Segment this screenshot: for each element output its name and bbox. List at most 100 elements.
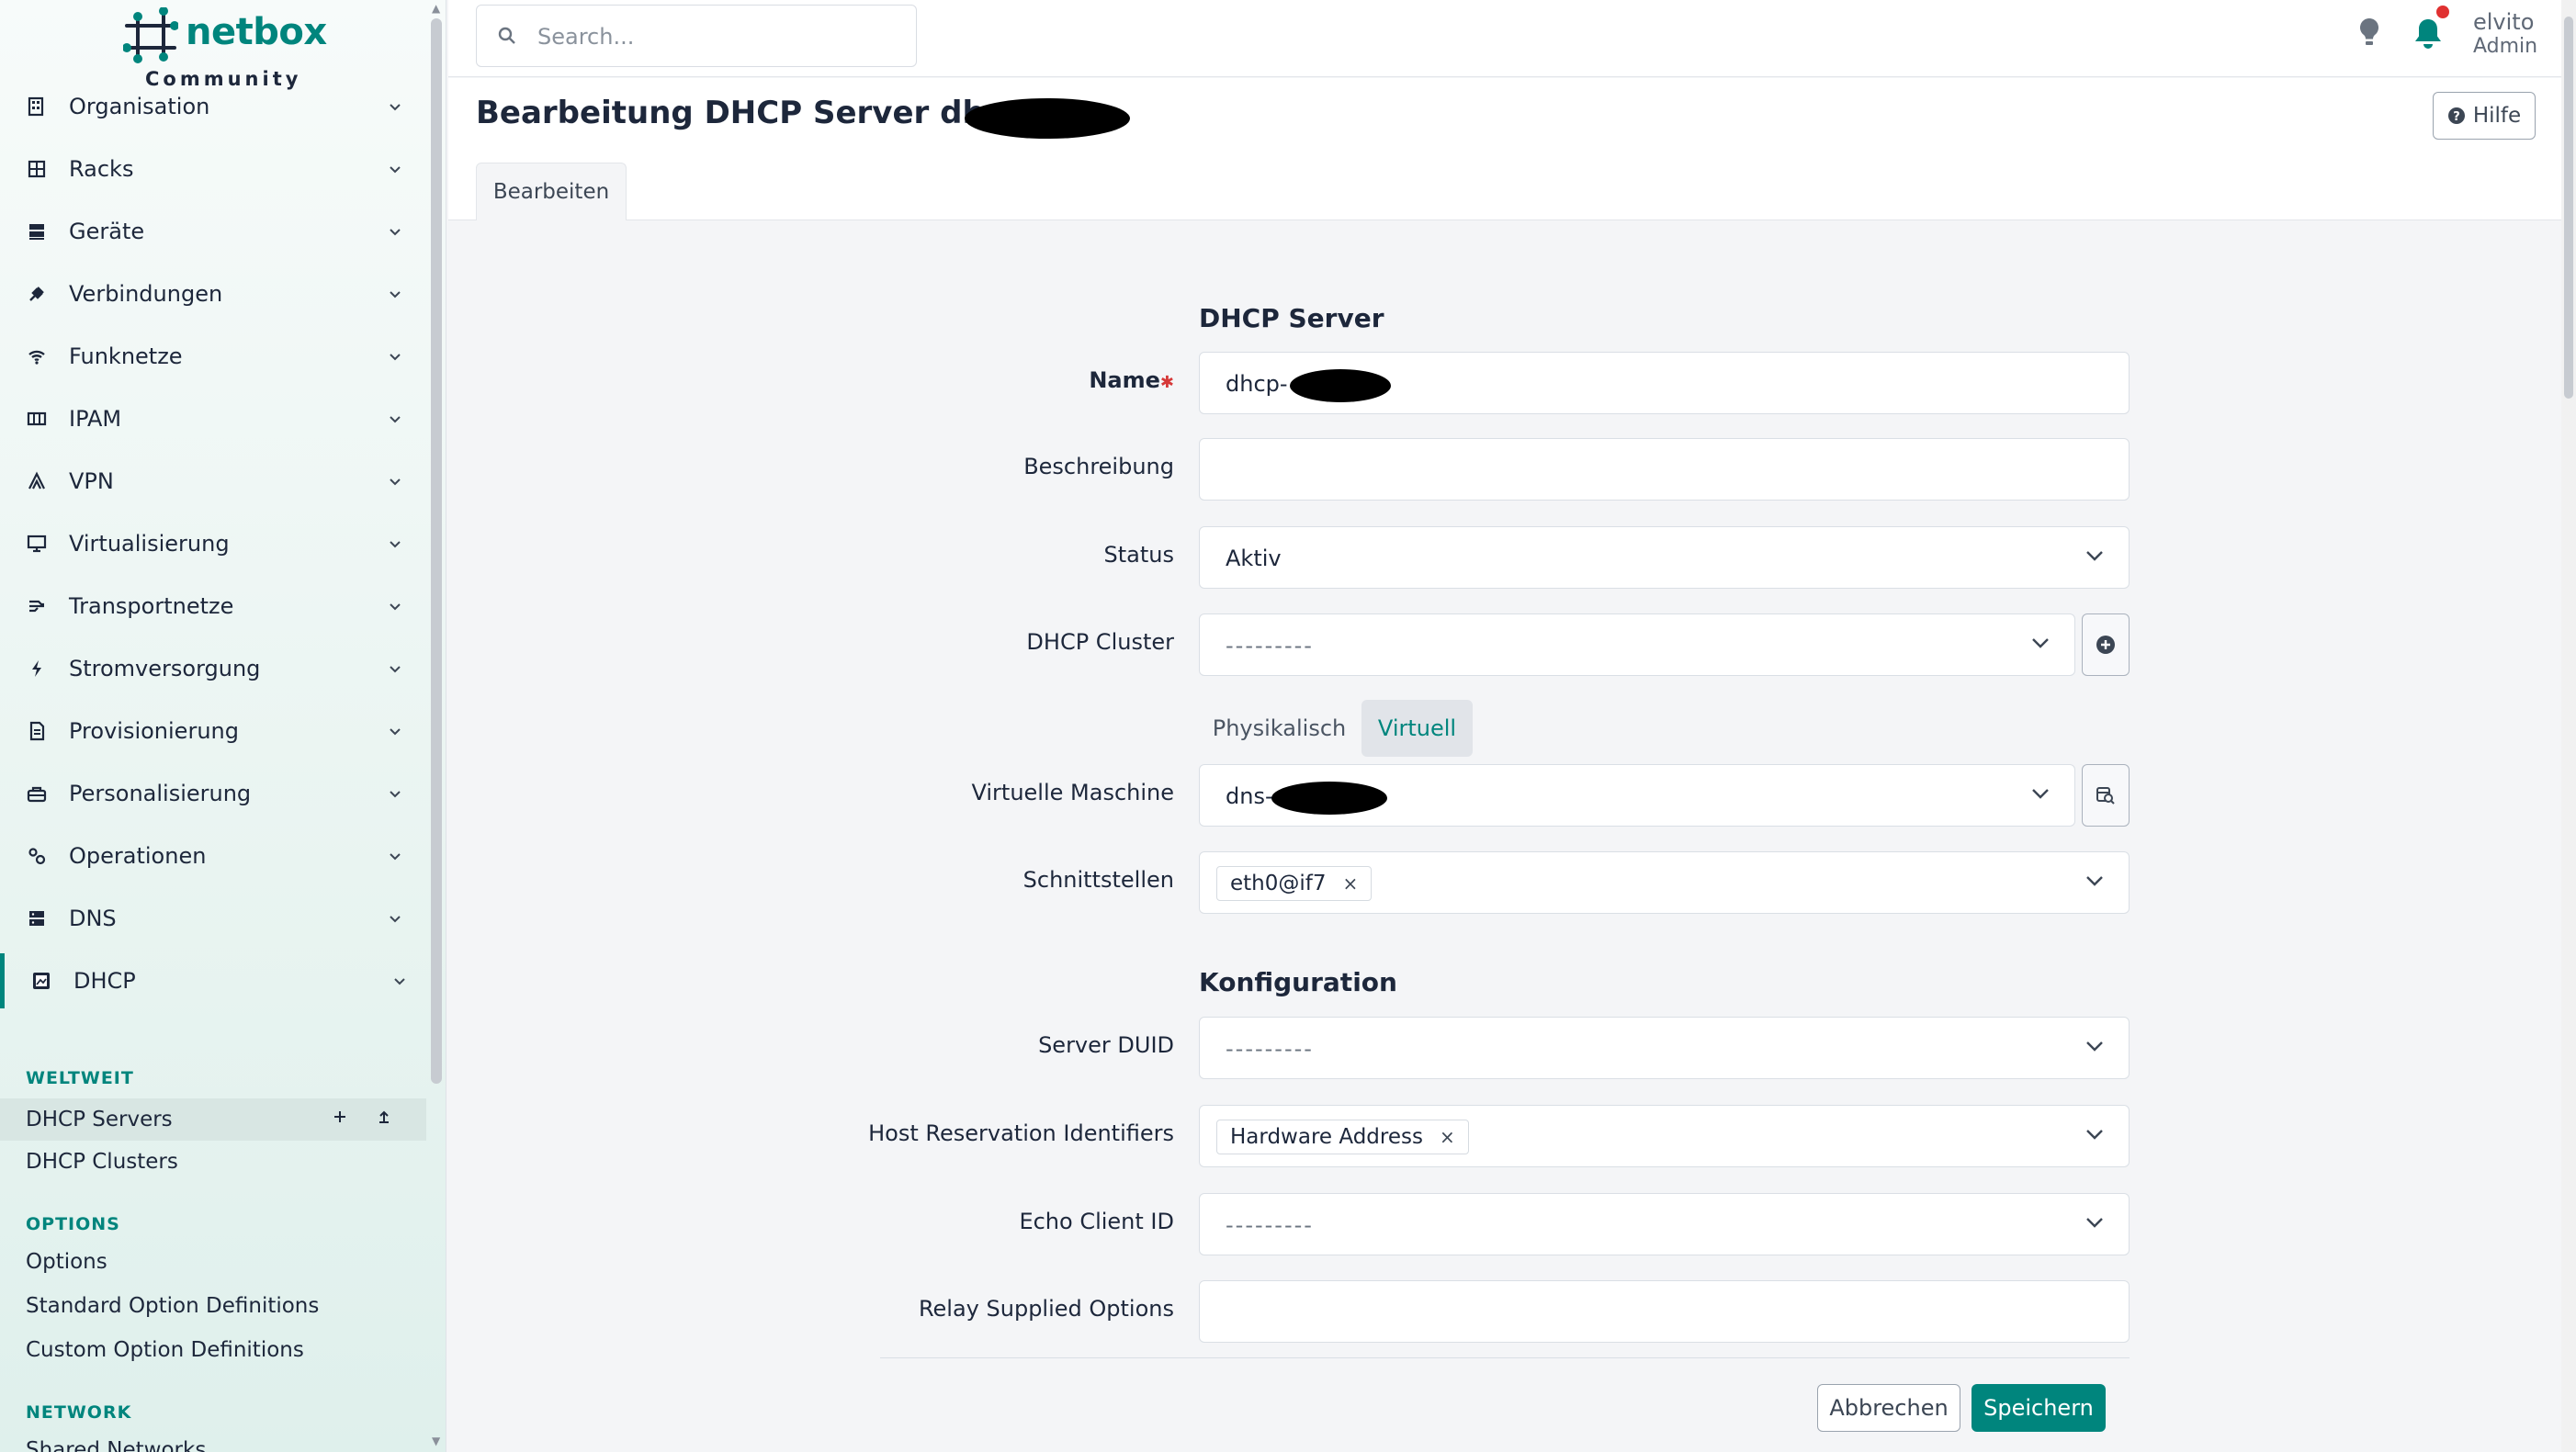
sidebar-item-operationen[interactable]: Operationen (0, 828, 423, 884)
lightbulb-icon[interactable] (2357, 17, 2381, 50)
sidebar-item-virtualisierung[interactable]: Virtualisierung (0, 516, 423, 571)
search-input[interactable] (537, 22, 896, 51)
tab-edit[interactable]: Bearbeiten (476, 163, 627, 220)
scroll-up-arrow[interactable]: ▲ (432, 2, 440, 15)
database-search-icon (2096, 787, 2115, 805)
search-box[interactable] (476, 5, 917, 67)
add-cluster-button[interactable] (2082, 613, 2130, 676)
sidebar-item-ger-te[interactable]: Geräte (0, 204, 423, 259)
add-icon[interactable] (331, 1108, 349, 1126)
relay-label: Relay Supplied Options (918, 1296, 1174, 1322)
vm-selector-button[interactable] (2082, 764, 2130, 827)
sidebar-item-racks[interactable]: Racks (0, 141, 423, 197)
remove-tag-icon[interactable]: × (1343, 872, 1359, 895)
echo-select[interactable]: --------- (1199, 1193, 2130, 1255)
user-name[interactable]: elvito (2473, 9, 2534, 35)
sidebar-item-ipam[interactable]: IPAM (0, 391, 423, 446)
sidebar-item-vpn[interactable]: VPN (0, 454, 423, 509)
chevron-down-icon (390, 416, 401, 423)
cancel-button[interactable]: Abbrechen (1817, 1384, 1960, 1432)
wifi-icon (26, 345, 48, 367)
chevron-down-icon (390, 229, 401, 236)
page-header: Bearbeitung DHCP Server dhcp- ? Hilfe Be… (448, 78, 2561, 220)
sidebar-item-stromversorgung[interactable]: Stromversorgung (0, 641, 423, 696)
import-icon[interactable] (375, 1108, 393, 1126)
sidebar-item-label: Personalisierung (69, 781, 252, 806)
status-label: Status (1103, 542, 1174, 568)
chevron-down-icon (390, 104, 401, 111)
sidebar-item-dhcp-servers[interactable]: DHCP Servers (0, 1098, 426, 1141)
hri-select[interactable]: Hardware Address × (1199, 1105, 2130, 1167)
duid-select[interactable]: --------- (1199, 1017, 2130, 1079)
cluster-value: --------- (1226, 633, 1314, 658)
toggle-virtual[interactable]: Virtuell (1361, 700, 1473, 757)
vm-select[interactable]: dns- (1199, 764, 2075, 827)
chevron-down-icon (390, 603, 401, 611)
help-button[interactable]: ? Hilfe (2433, 92, 2536, 140)
save-button[interactable]: Speichern (1972, 1384, 2106, 1432)
chevron-down-icon (390, 728, 401, 736)
help-label: Hilfe (2472, 104, 2522, 128)
svg-text:?: ? (2453, 110, 2460, 124)
netbox-logo[interactable]: netbox Community (123, 7, 327, 90)
remove-tag-icon[interactable]: × (1440, 1126, 1455, 1148)
relay-field[interactable] (1199, 1280, 2130, 1343)
bell-icon (2415, 19, 2441, 49)
plug-icon (26, 283, 48, 305)
sidebar-item-label: VPN (69, 468, 114, 494)
sidebar-item-shared-networks[interactable]: Shared Networks (26, 1438, 206, 1452)
server-icon (26, 220, 48, 242)
sidebar-item-label: DHCP (73, 968, 136, 994)
sidebar-item-label: Virtualisierung (69, 531, 230, 557)
description-field[interactable] (1199, 438, 2130, 501)
sidebar-item-dns[interactable]: DNS (0, 891, 423, 946)
sidebar-item-personalisierung[interactable]: Personalisierung (0, 766, 423, 821)
interfaces-label: Schnittstellen (1022, 867, 1174, 893)
sidebar-item-standard-option-definitions[interactable]: Standard Option Definitions (26, 1294, 319, 1318)
cluster-label: DHCP Cluster (1026, 629, 1174, 655)
scroll-down-arrow[interactable]: ▼ (432, 1435, 440, 1447)
page-scrollbar-thumb[interactable] (2564, 17, 2573, 399)
status-select[interactable]: Aktiv (1199, 526, 2130, 589)
plus-circle-icon (2096, 636, 2115, 654)
sidebar-item-verbindungen[interactable]: Verbindungen (0, 266, 423, 321)
sidebar-item-custom-option-definitions[interactable]: Custom Option Definitions (26, 1338, 304, 1362)
sidebar-item-organisation[interactable]: Organisation (0, 79, 423, 134)
sidebar-item-label: Funknetze (69, 343, 183, 369)
dns-icon (26, 907, 48, 929)
counter-icon (26, 408, 48, 430)
chevron-down-icon (390, 354, 401, 361)
search-icon (498, 27, 515, 44)
toggle-physical[interactable]: Physikalisch (1199, 700, 1360, 757)
vm-value: dns- (1226, 783, 1273, 809)
sidebar-item-transportnetze[interactable]: Transportnetze (0, 579, 423, 634)
interfaces-select[interactable]: eth0@if7 × (1199, 851, 2130, 914)
chevron-down-icon (394, 978, 405, 985)
section-global: WELTWEIT (26, 1068, 134, 1088)
sidebar-item-options[interactable]: Options (26, 1250, 107, 1274)
vm-label: Virtuelle Maschine (971, 780, 1174, 805)
sidebar-item-dhcp-clusters[interactable]: DHCP Clusters (26, 1150, 178, 1174)
sidebar-scrollbar[interactable] (431, 18, 442, 1084)
page-scrollbar[interactable] (2561, 0, 2576, 1452)
interface-tag-label: eth0@if7 (1230, 872, 1327, 895)
sidebar-item-funknetze[interactable]: Funknetze (0, 329, 423, 384)
sidebar-item-label: DNS (69, 906, 117, 931)
dhcp-icon (30, 970, 52, 992)
section-options: OPTIONS (26, 1214, 120, 1234)
brand-name: netbox (186, 11, 327, 53)
chevron-down-icon (390, 291, 401, 298)
chevron-down-icon (2032, 638, 2049, 648)
redaction-mark (1271, 782, 1387, 815)
chevron-down-icon (2086, 1130, 2103, 1140)
name-field[interactable]: dhcp- (1199, 352, 2130, 414)
name-label: Name✱ (1089, 367, 1174, 393)
sidebar-item-dhcp[interactable]: DHCP (0, 953, 423, 1008)
sidebar-item-provisionierung[interactable]: Provisionierung (0, 703, 423, 759)
notifications-button[interactable] (2412, 6, 2449, 55)
section-title-server: DHCP Server (1199, 303, 1384, 333)
sidebar-item-label: IPAM (69, 406, 122, 432)
sidebar-item-label: Geräte (69, 219, 145, 244)
cluster-select[interactable]: --------- (1199, 613, 2075, 676)
chevron-down-icon (390, 541, 401, 548)
